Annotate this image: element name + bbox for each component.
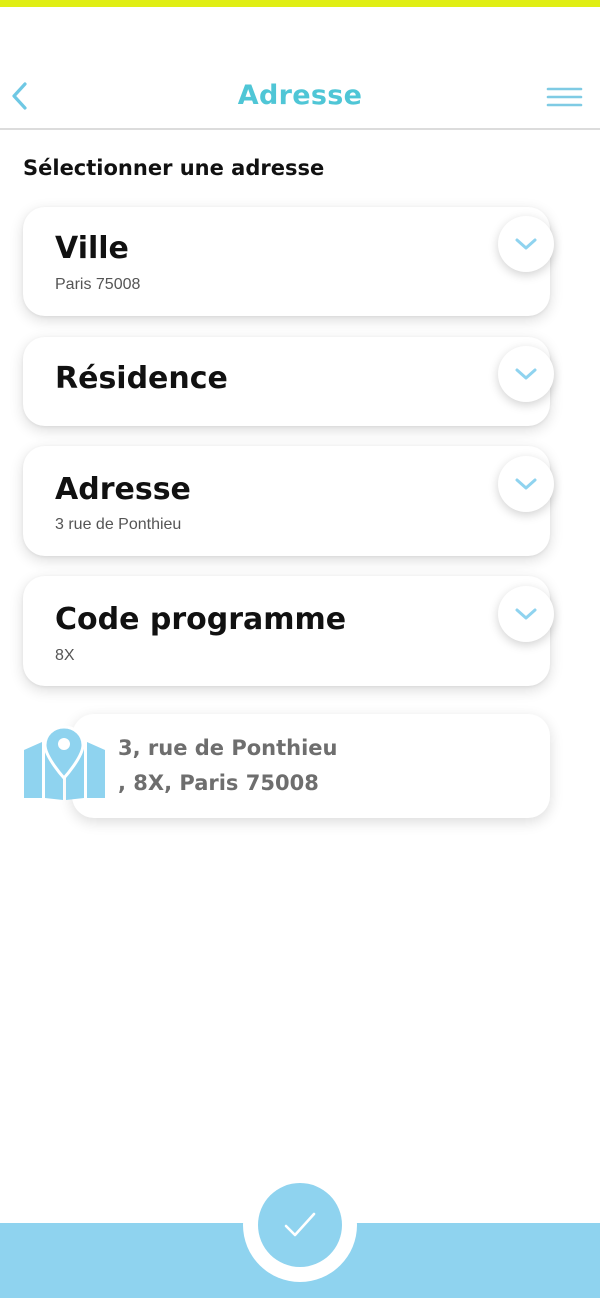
field-title: Code programme xyxy=(55,602,347,637)
ville-expand-button[interactable] xyxy=(498,216,554,272)
code-programme-select-card[interactable]: Code programme 8X xyxy=(23,576,550,686)
adresse-expand-button[interactable] xyxy=(498,456,554,512)
field-value: Paris 75008 xyxy=(55,276,141,293)
field-title: Ville xyxy=(55,231,129,266)
residence-select-card[interactable]: Résidence xyxy=(23,337,550,426)
adresse-select-card[interactable]: Adresse 3 rue de Ponthieu xyxy=(23,446,550,556)
map-pin-icon xyxy=(24,726,105,800)
field-value: 8X xyxy=(55,647,75,664)
chevron-down-icon xyxy=(515,238,537,250)
top-accent-bar xyxy=(0,0,600,7)
checkmark-icon xyxy=(284,1212,316,1237)
field-title: Résidence xyxy=(55,361,228,396)
summary-line-1: 3, rue de Ponthieu xyxy=(118,736,338,760)
confirm-button[interactable] xyxy=(258,1183,342,1267)
code-programme-expand-button[interactable] xyxy=(498,586,554,642)
menu-button[interactable] xyxy=(544,82,584,112)
field-title: Adresse xyxy=(55,472,191,507)
app-header: Adresse xyxy=(0,60,600,130)
field-value: 3 rue de Ponthieu xyxy=(55,516,182,533)
chevron-down-icon xyxy=(515,478,537,490)
chevron-down-icon xyxy=(515,368,537,380)
summary-line-2: , 8X, Paris 75008 xyxy=(118,771,319,795)
residence-expand-button[interactable] xyxy=(498,346,554,402)
hamburger-menu-icon xyxy=(546,87,583,107)
page-title: Adresse xyxy=(237,80,363,111)
chevron-down-icon xyxy=(515,608,537,620)
section-label: Sélectionner une adresse xyxy=(23,156,325,180)
ville-select-card[interactable]: Ville Paris 75008 xyxy=(23,207,550,316)
address-summary-card: 3, rue de Ponthieu , 8X, Paris 75008 xyxy=(72,714,550,818)
